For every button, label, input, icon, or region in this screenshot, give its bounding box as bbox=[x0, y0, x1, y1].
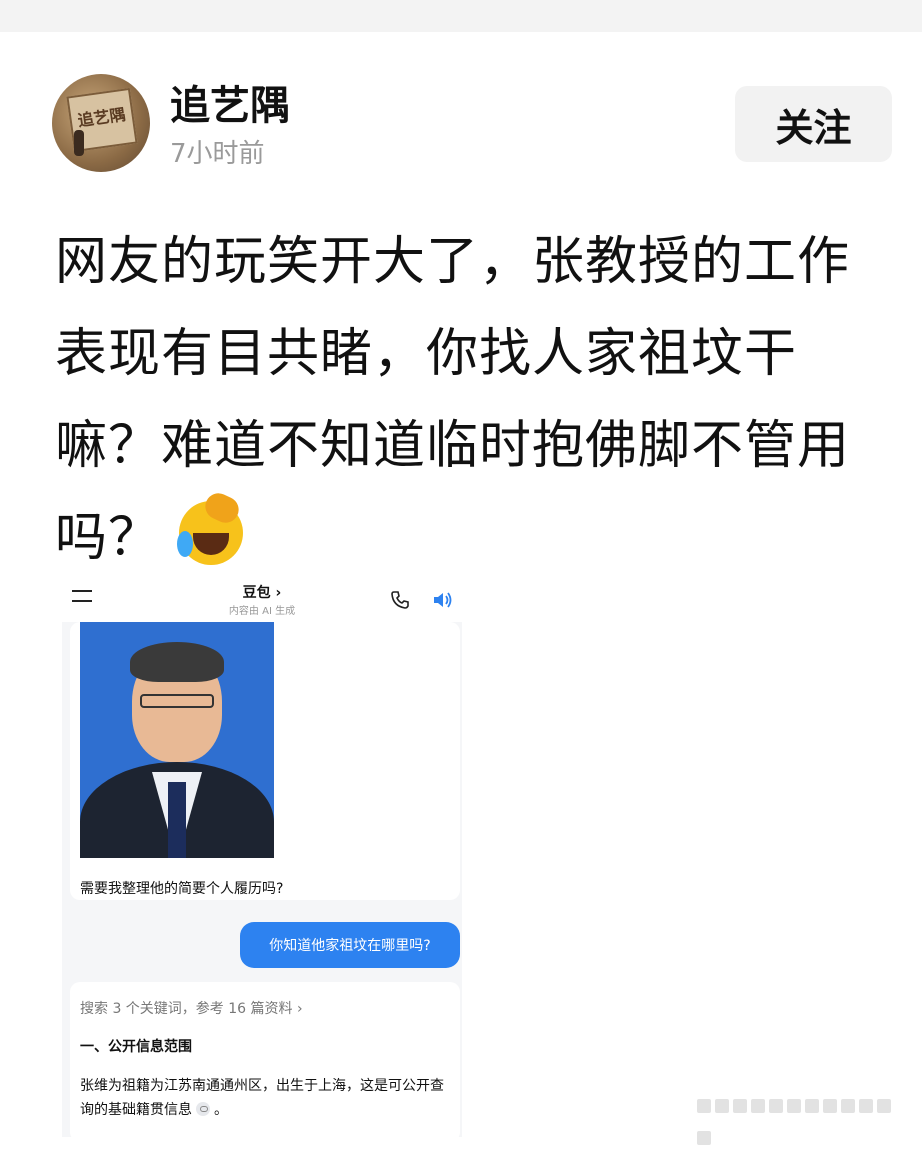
watermark bbox=[695, 1092, 900, 1145]
post-line-3: 嘛？难道不知道临时抱佛脚不管用 bbox=[55, 416, 851, 476]
post-text: 网友的玩笑开大了，张教授的工作 表现有目共睹，你找人家祖坟干 嘛？难道不知道临时… bbox=[55, 216, 895, 584]
laughing-tears-emoji bbox=[177, 489, 244, 565]
portrait-image[interactable] bbox=[80, 622, 274, 858]
top-band bbox=[0, 0, 922, 32]
link-icon[interactable] bbox=[196, 1102, 210, 1116]
answer-body-end: 。 bbox=[214, 1102, 228, 1118]
chat-header: 豆包 › 内容由 AI 生成 bbox=[62, 572, 462, 622]
post-time: 7小时前 bbox=[170, 139, 265, 169]
answer-body-text: 张维为祖籍为江苏南通通州区，出生于上海，这是可公开查询的基础籍贯信息 bbox=[80, 1078, 444, 1118]
speaker-icon[interactable] bbox=[432, 590, 454, 610]
post-line-4-text: 吗？ bbox=[55, 508, 162, 568]
phone-icon[interactable] bbox=[390, 590, 410, 610]
author-name[interactable]: 追艺隅 bbox=[170, 82, 290, 130]
answer-body: 张维为祖籍为江苏南通通州区，出生于上海，这是可公开查询的基础籍贯信息。 bbox=[80, 1074, 450, 1122]
user-message-bubble: 你知道他家祖坟在哪里吗? bbox=[240, 922, 460, 968]
ai-answer-card: 搜索 3 个关键词，参考 16 篇资料 › 一、公开信息范围 张维为祖籍为江苏南… bbox=[70, 982, 460, 1137]
author-avatar[interactable]: 追艺隅 bbox=[52, 74, 150, 172]
post-line-4: 吗？ bbox=[55, 489, 895, 584]
section-title: 一、公开信息范围 bbox=[80, 1039, 192, 1055]
avatar-figure bbox=[74, 130, 84, 156]
search-summary-link[interactable]: 搜索 3 个关键词，参考 16 篇资料 › bbox=[80, 998, 303, 1018]
follow-button[interactable]: 关注 bbox=[735, 86, 892, 162]
post-line-1: 网友的玩笑开大了，张教授的工作 bbox=[55, 232, 851, 292]
post-line-2: 表现有目共睹，你找人家祖坟干 bbox=[55, 324, 798, 384]
ai-reply-text: 需要我整理他的简要个人履历吗? bbox=[80, 881, 284, 897]
ai-reply-card: 需要我整理他的简要个人履历吗? bbox=[70, 622, 460, 900]
embedded-screenshot[interactable]: 豆包 › 内容由 AI 生成 需要我整理他的简要个人履历吗? 你知道他家祖坟在哪… bbox=[62, 572, 462, 1137]
